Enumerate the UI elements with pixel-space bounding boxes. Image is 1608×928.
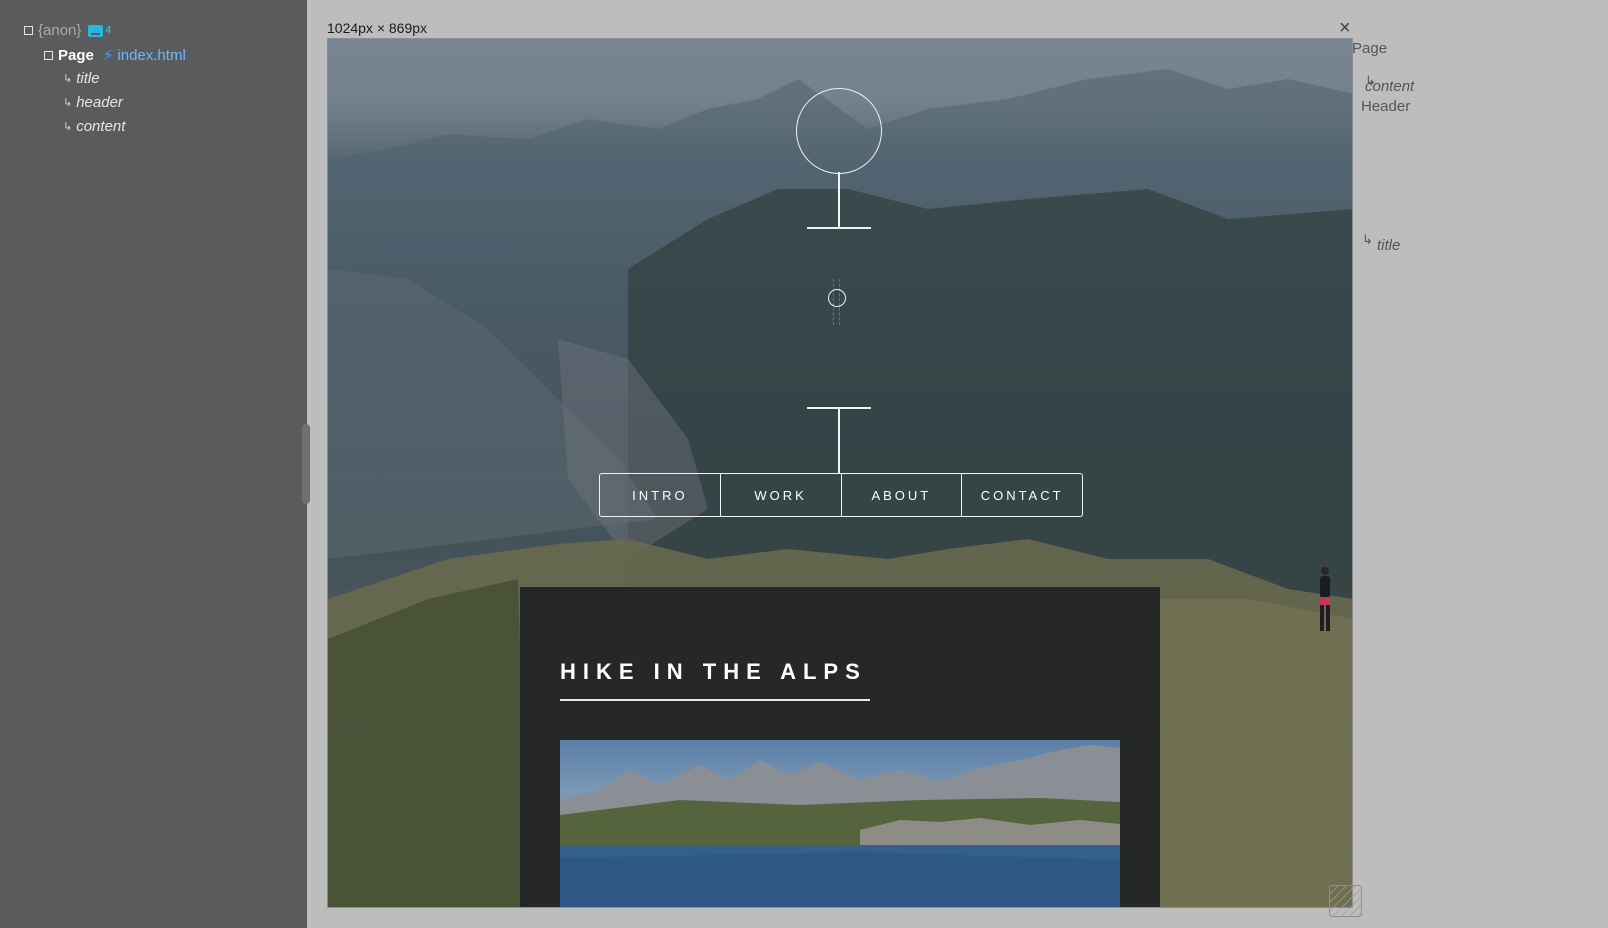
nav-about[interactable]: ABOUT	[842, 474, 963, 516]
annotation-content-arrow: ↳	[1365, 73, 1376, 88]
content-section: HIKE IN THE ALPS	[520, 587, 1160, 907]
child-arrow-icon: ↳	[63, 97, 73, 109]
content-title: HIKE IN THE ALPS	[560, 659, 867, 684]
tree-node-label: header	[76, 94, 123, 111]
child-arrow-icon: ↳	[63, 121, 73, 133]
nav-intro[interactable]: INTRO	[600, 474, 721, 516]
component-icon	[88, 24, 104, 37]
nav-contact[interactable]: CONTACT	[962, 474, 1082, 516]
main-nav: INTRO WORK ABOUT CONTACT	[599, 473, 1083, 517]
tree-node-label: content	[76, 118, 126, 135]
tree-node-header[interactable]: ↳ header	[63, 94, 123, 111]
tree-node-label: title	[76, 70, 100, 87]
tree-node-content[interactable]: ↳ content	[63, 118, 125, 135]
child-arrow-icon: ↳	[63, 73, 73, 85]
title-underline	[560, 699, 870, 701]
close-icon[interactable]: ×	[1339, 18, 1351, 38]
bolt-icon: ⚡	[102, 47, 114, 64]
panel-resize-handle[interactable]	[302, 424, 310, 504]
nav-work[interactable]: WORK	[721, 474, 842, 516]
page-file-link[interactable]: index.html	[117, 47, 185, 64]
header-line-bottom	[838, 407, 840, 473]
annotation-page: Page	[1352, 40, 1388, 57]
header-line-top	[838, 172, 840, 228]
tree-node-page-label: Page	[58, 46, 94, 64]
hiker-figure	[1320, 567, 1330, 631]
logo-circle	[796, 88, 882, 174]
preview-canvas[interactable]: INTRO WORK ABOUT CONTACT HIKE IN THE ALP…	[327, 38, 1353, 908]
component-count-badge: 4	[105, 25, 111, 36]
header-rule-top	[807, 227, 871, 229]
collapse-icon[interactable]	[24, 26, 33, 35]
cursor-indicator-icon	[828, 289, 846, 307]
canvas-resize-handle[interactable]	[1329, 885, 1362, 917]
lake-photo	[560, 740, 1120, 907]
tree-node-page[interactable]: Page ⚡ index.html	[44, 46, 186, 64]
viewport-dimensions: 1024px × 869px	[327, 20, 428, 36]
tree-node-anon-label: {anon}	[38, 22, 82, 39]
annotation-title: title	[1377, 237, 1401, 254]
lake-photo-image	[560, 745, 1120, 907]
annotation-title-arrow: ↳	[1362, 232, 1373, 247]
tree-node-anon[interactable]: {anon} 4	[24, 22, 111, 39]
annotation-header: Header	[1361, 98, 1411, 115]
component-tree-panel: {anon} 4 Page ⚡ index.html ↳ title ↳ hea…	[0, 0, 310, 928]
collapse-icon[interactable]	[44, 50, 53, 60]
tree-node-title[interactable]: ↳ title	[63, 70, 100, 87]
